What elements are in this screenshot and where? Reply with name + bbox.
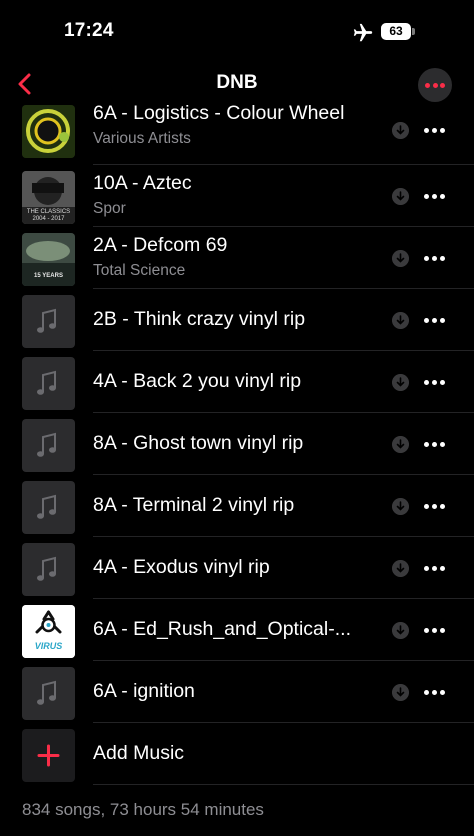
list-item[interactable]: 8A - Terminal 2 vinyl rip (0, 476, 474, 538)
page-title: DNB (216, 72, 258, 93)
music-note-icon (37, 494, 56, 519)
download-icon[interactable] (392, 312, 409, 329)
download-icon[interactable] (392, 188, 409, 205)
add-music-tile (22, 729, 75, 782)
album-art: 15 YEARS (22, 233, 75, 286)
album-art (22, 357, 75, 410)
list-item[interactable]: 15 YEARS 2A - Defcom 69 Total Science (0, 228, 474, 290)
download-icon[interactable] (392, 374, 409, 391)
more-icon[interactable] (424, 566, 446, 572)
list-item[interactable]: VIRUS 6A - Ed_Rush_and_Optical-... (0, 600, 474, 662)
more-icon[interactable] (424, 504, 446, 510)
list-item[interactable]: 4A - Back 2 you vinyl rip (0, 352, 474, 414)
album-art (22, 105, 75, 158)
album-art (22, 295, 75, 348)
song-title: 6A - Logistics - Colour Wheel (93, 102, 345, 124)
airplane-icon (353, 23, 373, 42)
plus-icon (37, 744, 60, 767)
song-title: 6A - ignition (93, 680, 195, 702)
songs-summary: 834 songs, 73 hours 54 minutes (22, 800, 264, 819)
music-note-icon (37, 432, 56, 457)
list-item[interactable]: 8A - Ghost town vinyl rip (0, 414, 474, 476)
album-art (22, 481, 75, 534)
more-icon[interactable] (424, 256, 446, 262)
music-note-icon (37, 308, 56, 333)
list-item[interactable]: THE CLASSICS 2004 - 2017 10A - Aztec Spor (0, 166, 474, 228)
list-item[interactable]: 4A - Exodus vinyl rip (0, 538, 474, 600)
download-icon[interactable] (392, 684, 409, 701)
album-art: THE CLASSICS 2004 - 2017 (22, 171, 75, 224)
download-icon[interactable] (392, 498, 409, 515)
download-icon[interactable] (392, 560, 409, 577)
list-item[interactable]: 6A - Logistics - Colour Wheel Various Ar… (0, 100, 474, 162)
status-time: 17:24 (64, 20, 114, 41)
add-music-label: Add Music (93, 742, 185, 764)
song-title: 4A - Exodus vinyl rip (93, 556, 270, 578)
status-bar: 17:24 63 (0, 0, 474, 60)
download-icon[interactable] (392, 250, 409, 267)
more-icon[interactable] (424, 442, 446, 448)
music-note-icon (37, 556, 56, 581)
add-music-button[interactable]: Add Music (0, 724, 474, 786)
more-icon[interactable] (424, 194, 446, 200)
download-icon[interactable] (392, 122, 409, 139)
download-icon[interactable] (392, 436, 409, 453)
song-artist: Total Science (93, 262, 186, 279)
battery-indicator: 63 (381, 23, 415, 40)
album-art (22, 419, 75, 472)
more-icon[interactable] (424, 690, 446, 696)
song-title: 4A - Back 2 you vinyl rip (93, 370, 302, 392)
battery-percent: 63 (389, 24, 403, 38)
list-item[interactable]: 6A - ignition (0, 662, 474, 724)
download-icon[interactable] (392, 622, 409, 639)
album-art (22, 667, 75, 720)
song-title: 6A - Ed_Rush_and_Optical-... (93, 618, 351, 640)
more-icon[interactable] (424, 628, 446, 634)
song-artist: Various Artists (93, 130, 191, 147)
more-icon[interactable] (424, 128, 446, 134)
song-title: 2B - Think crazy vinyl rip (93, 308, 306, 330)
song-artist: Spor (93, 200, 126, 217)
music-note-icon (37, 680, 56, 705)
album-art (22, 543, 75, 596)
list-item[interactable]: 2B - Think crazy vinyl rip (0, 290, 474, 352)
more-icon (425, 83, 430, 88)
music-note-icon (37, 370, 56, 395)
more-button[interactable] (418, 68, 452, 102)
more-icon[interactable] (424, 380, 446, 386)
song-title: 8A - Ghost town vinyl rip (93, 432, 304, 454)
song-title: 10A - Aztec (93, 172, 192, 194)
more-icon[interactable] (424, 318, 446, 324)
song-title: 2A - Defcom 69 (93, 234, 228, 256)
album-art: VIRUS (22, 605, 75, 658)
song-title: 8A - Terminal 2 vinyl rip (93, 494, 295, 516)
